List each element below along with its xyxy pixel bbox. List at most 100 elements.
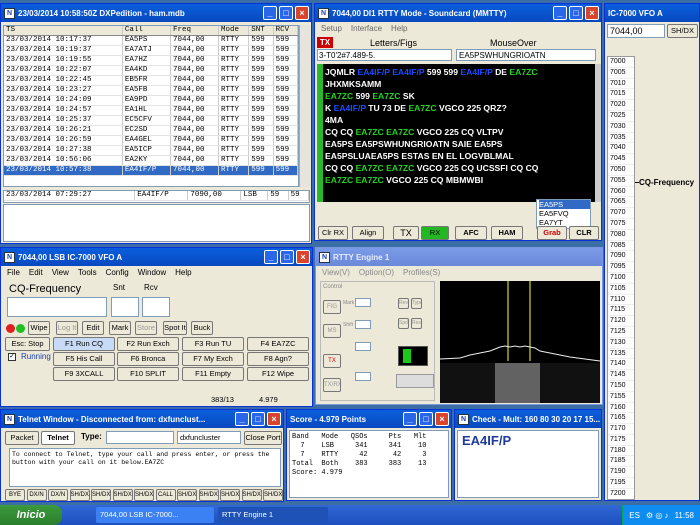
table-row[interactable]: 23/03/2014 10:57:38 EA4IF/P 7044,00 RTTY 599… [4, 165, 298, 176]
function-key[interactable]: F5 His Call [53, 352, 115, 366]
menu-option[interactable]: Option(O) [359, 268, 394, 277]
cluster-key[interactable]: SH/DX [91, 489, 111, 501]
function-key[interactable]: F2 Run Exch [117, 337, 179, 351]
tx-button[interactable]: TX [393, 226, 419, 240]
maximize-icon[interactable]: □ [569, 6, 583, 20]
function-key[interactable]: F10 SPLIT [117, 367, 179, 381]
table-row[interactable]: 23/03/2014 10:25:37 EC5CFV 7044,00 RTTY 599 5… [4, 115, 298, 126]
clear-rx-button[interactable]: Clr RX [318, 226, 348, 240]
function-key[interactable]: F11 Empty [182, 367, 244, 381]
txrx-button[interactable]: TX/RX [323, 378, 341, 392]
entry-button[interactable]: Buck [191, 321, 213, 335]
close-icon[interactable]: × [267, 412, 281, 426]
column-header[interactable]: TS [4, 26, 123, 36]
maximize-icon[interactable]: □ [251, 412, 265, 426]
af-select[interactable] [355, 372, 371, 381]
entry-cell[interactable]: 59 [288, 191, 310, 201]
entry-cell[interactable]: EA4IF/P [134, 191, 189, 201]
mark-select[interactable] [355, 298, 371, 307]
mini-button-row[interactable] [396, 374, 434, 388]
cluster-key[interactable]: SH/DX [69, 489, 90, 501]
minimize-icon[interactable]: _ [235, 412, 249, 426]
menu-item[interactable]: File [7, 268, 20, 277]
speed-select[interactable] [355, 342, 371, 351]
entry-button[interactable]: Edit [82, 321, 104, 335]
cluster-key[interactable]: DX/N [26, 489, 47, 501]
bandmap-titlebar[interactable]: IC-7000 VFO A [605, 4, 699, 22]
menu-item[interactable]: Edit [29, 268, 43, 277]
column-header[interactable]: Call [122, 26, 171, 36]
maximize-icon[interactable]: □ [419, 412, 433, 426]
call-list-item[interactable]: EA5PS [539, 200, 590, 209]
cluster-key[interactable]: SH/DX [198, 489, 219, 501]
cluster-key[interactable]: SH/DX [112, 489, 133, 501]
log-titlebar[interactable]: N 23/03/2014 10:58:50Z DXPedition - ham.m… [1, 4, 311, 22]
cluster-key[interactable]: SH/DX [220, 489, 240, 501]
shdx-button[interactable]: SH/DX [667, 24, 698, 38]
fig-button[interactable]: FIG [323, 300, 341, 314]
table-row[interactable]: 23/03/2014 10:19:55 EA7HZ 7044,00 RTTY 599 59… [4, 55, 298, 66]
menu-help[interactable]: Help [391, 24, 407, 33]
table-row[interactable]: 23/03/2014 10:27:38 EA5ICP 7044,00 RTTY 599 5… [4, 145, 298, 156]
align-button[interactable]: Align [352, 226, 384, 240]
column-header[interactable]: Freq [170, 26, 219, 36]
running-checkbox[interactable]: ✓ [8, 353, 16, 361]
table-row[interactable]: 23/03/2014 10:26:59 EA4GEL 7044,00 RTTY 599 5… [4, 135, 298, 146]
function-key[interactable]: Esc: Stop [5, 337, 50, 351]
cluster-key[interactable]: CALL [155, 489, 176, 501]
menu-item[interactable]: Tools [78, 268, 97, 277]
engine-titlebar[interactable]: N RTTY Engine 1 [316, 248, 602, 266]
close-icon[interactable]: × [295, 6, 309, 20]
cluster-key[interactable]: SH/DX [177, 489, 197, 501]
menu-item[interactable]: View [52, 268, 69, 277]
reso-button[interactable]: Reso [411, 318, 422, 329]
column-header[interactable]: Mode [218, 26, 250, 36]
shift-select[interactable] [355, 320, 371, 329]
call-list[interactable]: EA5PS EA5FVQ EA7YT [536, 199, 591, 229]
task-rtty-engine[interactable]: RTTY Engine 1 [218, 507, 328, 523]
ms-button[interactable]: MS [323, 324, 341, 338]
entry-cell[interactable]: 7090,00 [187, 191, 242, 201]
menu-item[interactable]: Help [175, 268, 191, 277]
entry-cell[interactable]: 23/03/2014 07:29:27 [4, 191, 136, 201]
start-button[interactable]: Inicio [0, 505, 62, 525]
rcv-input[interactable] [142, 297, 170, 317]
score-titlebar[interactable]: Score - 4.979 Points _ □ × [287, 410, 451, 428]
entry-button[interactable]: Log It [56, 321, 78, 335]
function-key[interactable]: F4 EA7ZC [247, 337, 309, 351]
cq-frequency-spot[interactable]: CQ-Frequency [639, 178, 694, 187]
call-input[interactable] [7, 297, 107, 317]
scrollbar[interactable] [299, 25, 310, 187]
tx-engine-button[interactable]: TX [323, 354, 341, 368]
check-titlebar[interactable]: N Check - Mult: 160 80 30 20 17 15... [455, 410, 601, 428]
entry-button[interactable]: Mark [109, 321, 131, 335]
maximize-icon[interactable]: □ [279, 6, 293, 20]
maximize-icon[interactable]: □ [280, 250, 294, 264]
cluster-key[interactable]: BYE [5, 489, 25, 501]
spectrum-display[interactable] [440, 281, 600, 403]
log-entry-row[interactable]: 23/03/2014 07:29:27 EA4IF/P 7090,00 LSB 59 59 [3, 190, 310, 203]
entry-titlebar[interactable]: N 7044,00 LSB IC-7000 VFO A _ □ × [1, 248, 312, 266]
function-key[interactable]: F9 3XCALL [53, 367, 115, 381]
function-key[interactable]: F12 Wipe [247, 367, 309, 381]
minimize-icon[interactable]: _ [403, 412, 417, 426]
minimize-icon[interactable]: _ [553, 6, 567, 20]
type-input[interactable] [106, 431, 174, 444]
entry-button[interactable]: Store [135, 321, 157, 335]
tab-packet[interactable]: Packet [5, 431, 39, 445]
function-key[interactable]: F7 My Exch [182, 352, 244, 366]
speed-button[interactable]: Spd [398, 318, 409, 329]
function-key[interactable]: F8 Agn? [247, 352, 309, 366]
column-header[interactable]: RCV [273, 26, 298, 36]
task-entry-window[interactable]: 7044,00 LSB IC-7000... [96, 507, 214, 523]
telnet-output[interactable]: To connect to Telnet, type your call and… [9, 448, 281, 487]
rx-button[interactable]: RX [421, 226, 449, 240]
menu-item[interactable]: Window [138, 268, 166, 277]
menu-setup[interactable]: Setup [321, 24, 342, 33]
snt-input[interactable] [111, 297, 139, 317]
rx-input[interactable]: 3-T0'2#7.489-5. [317, 49, 452, 61]
call-list-item[interactable]: EA5FVQ [539, 209, 590, 218]
entry-cell[interactable]: 59 [267, 191, 289, 201]
afc-button[interactable]: AFC [455, 226, 487, 240]
table-row[interactable]: 23/03/2014 10:26:21 EC2SD 7044,00 RTTY 599 59… [4, 125, 298, 136]
